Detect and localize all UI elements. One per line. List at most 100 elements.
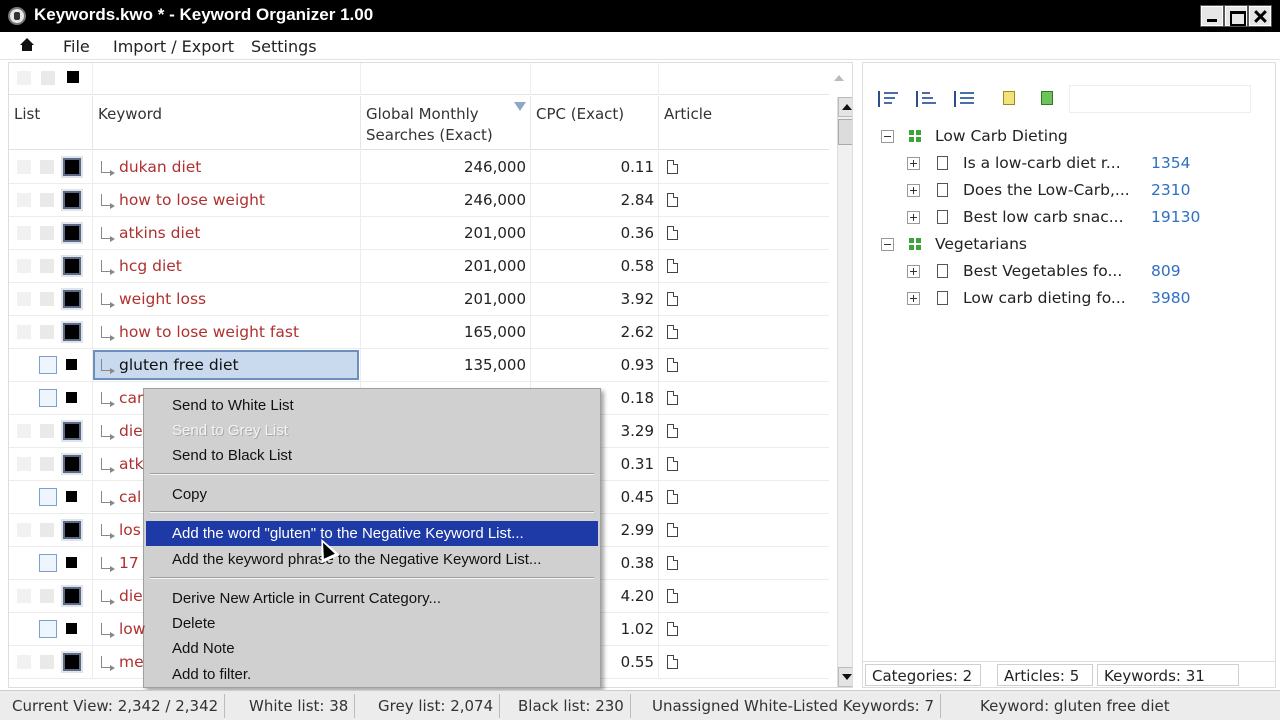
keyword-cell[interactable]: hcg diet	[93, 250, 361, 283]
sort-ascending-icon[interactable]	[877, 89, 899, 109]
white-list-filter[interactable]	[17, 71, 31, 85]
list-cell[interactable]	[9, 514, 93, 547]
white-list-toggle[interactable]	[17, 424, 31, 438]
document-icon[interactable]	[667, 193, 678, 207]
tree-article[interactable]: Best low carb snac... 19130	[863, 204, 1273, 231]
collapse-all-icon[interactable]	[953, 89, 975, 109]
expand-icon[interactable]	[907, 292, 920, 305]
white-list-marker[interactable]	[39, 488, 57, 506]
black-list-toggle[interactable]	[66, 623, 77, 634]
grey-list-toggle[interactable]	[40, 325, 54, 339]
collapse-icon[interactable]	[881, 238, 894, 251]
document-icon[interactable]	[667, 325, 678, 339]
black-list-filter[interactable]	[67, 71, 79, 83]
article-keyword-count[interactable]: 2310	[1151, 177, 1190, 204]
article-keyword-count[interactable]: 19130	[1151, 204, 1200, 231]
article-cell[interactable]	[659, 580, 829, 613]
article-cell[interactable]	[659, 349, 829, 382]
keyword-filter-cell[interactable]	[93, 63, 361, 95]
article-cell[interactable]	[659, 613, 829, 646]
black-list-marker[interactable]	[61, 651, 83, 673]
document-icon[interactable]	[667, 424, 678, 438]
article-filter-cell[interactable]	[659, 63, 829, 95]
document-icon[interactable]	[667, 160, 678, 174]
grey-list-toggle[interactable]	[40, 259, 54, 273]
white-list-toggle[interactable]	[17, 292, 31, 306]
article-cell[interactable]	[659, 646, 829, 679]
list-cell[interactable]	[9, 250, 93, 283]
document-icon[interactable]	[667, 457, 678, 471]
white-list-toggle[interactable]	[17, 523, 31, 537]
keyword-cell[interactable]: weight loss	[93, 283, 361, 316]
list-cell[interactable]	[9, 349, 93, 382]
tree-article[interactable]: Does the Low-Carb,... 2310	[863, 177, 1273, 204]
white-list-toggle[interactable]	[17, 589, 31, 603]
black-list-marker[interactable]	[61, 156, 83, 178]
category-search-input[interactable]	[1069, 85, 1251, 113]
white-list-toggle[interactable]	[17, 457, 31, 471]
context-menu-item[interactable]: Add Note	[146, 636, 598, 661]
grey-list-toggle[interactable]	[40, 226, 54, 240]
context-menu-item[interactable]: Derive New Article in Current Category..…	[146, 586, 598, 611]
article-cell[interactable]	[659, 250, 829, 283]
column-header-keyword[interactable]: Keyword	[93, 96, 361, 150]
document-icon[interactable]	[667, 292, 678, 306]
list-cell[interactable]	[9, 316, 93, 349]
expand-icon[interactable]	[907, 157, 920, 170]
column-header-searches[interactable]: Global Monthly Searches (Exact)	[361, 96, 531, 150]
app-icon[interactable]	[8, 7, 26, 25]
list-cell[interactable]	[9, 613, 93, 646]
document-icon[interactable]	[667, 259, 678, 273]
new-article-icon[interactable]	[999, 89, 1021, 109]
list-cell[interactable]	[9, 283, 93, 316]
context-menu-item[interactable]: Delete	[146, 611, 598, 636]
black-list-marker[interactable]	[61, 321, 83, 343]
context-menu-item[interactable]: Add the word "gluten" to the Negative Ke…	[146, 521, 598, 546]
keyword-cell[interactable]: how to lose weight fast	[93, 316, 361, 349]
tree-article[interactable]: Best Vegetables fo... 809	[863, 258, 1273, 285]
article-cell[interactable]	[659, 316, 829, 349]
home-icon[interactable]	[20, 38, 34, 52]
article-cell[interactable]	[659, 547, 829, 580]
list-cell[interactable]	[9, 415, 93, 448]
grey-list-toggle[interactable]	[40, 160, 54, 174]
menu-file[interactable]: File	[63, 37, 90, 56]
article-cell[interactable]	[659, 184, 829, 217]
tree-category[interactable]: Low Carb Dieting	[863, 123, 1273, 150]
keyword-cell[interactable]: dukan diet	[93, 151, 361, 184]
new-category-icon[interactable]	[1037, 89, 1059, 109]
grey-list-toggle[interactable]	[40, 457, 54, 471]
document-icon[interactable]	[667, 523, 678, 537]
menu-settings[interactable]: Settings	[251, 37, 317, 56]
expand-icon[interactable]	[907, 184, 920, 197]
white-list-marker[interactable]	[39, 356, 57, 374]
sort-descending-list-icon[interactable]	[915, 89, 937, 109]
white-list-toggle[interactable]	[17, 160, 31, 174]
keyword-cell[interactable]: gluten free diet	[93, 349, 361, 382]
article-cell[interactable]	[659, 448, 829, 481]
vertical-scrollbar[interactable]	[837, 97, 852, 687]
grey-list-toggle[interactable]	[40, 424, 54, 438]
white-list-marker[interactable]	[39, 620, 57, 638]
article-cell[interactable]	[659, 151, 829, 184]
document-icon[interactable]	[667, 226, 678, 240]
article-cell[interactable]	[659, 481, 829, 514]
list-cell[interactable]	[9, 580, 93, 613]
white-list-marker[interactable]	[39, 389, 57, 407]
context-menu-item[interactable]: Add the keyword phrase to the Negative K…	[146, 547, 598, 572]
context-menu-item[interactable]: Send to Black List	[146, 443, 598, 468]
tree-article[interactable]: Is a low-carb diet r... 1354	[863, 150, 1273, 177]
black-list-marker[interactable]	[61, 420, 83, 442]
table-row[interactable]: dukan diet 246,000 0.11	[9, 151, 829, 184]
grey-list-filter[interactable]	[41, 71, 55, 85]
expand-icon[interactable]	[907, 211, 920, 224]
article-keyword-count[interactable]: 809	[1151, 258, 1181, 285]
table-row[interactable]: gluten free diet 135,000 0.93	[9, 349, 829, 382]
black-list-toggle[interactable]	[66, 557, 77, 568]
black-list-marker[interactable]	[61, 189, 83, 211]
scroll-down-button[interactable]	[838, 667, 852, 687]
minimize-button[interactable]	[1200, 5, 1224, 27]
collapse-icon[interactable]	[881, 130, 894, 143]
list-cell[interactable]	[9, 448, 93, 481]
table-row[interactable]: hcg diet 201,000 0.58	[9, 250, 829, 283]
